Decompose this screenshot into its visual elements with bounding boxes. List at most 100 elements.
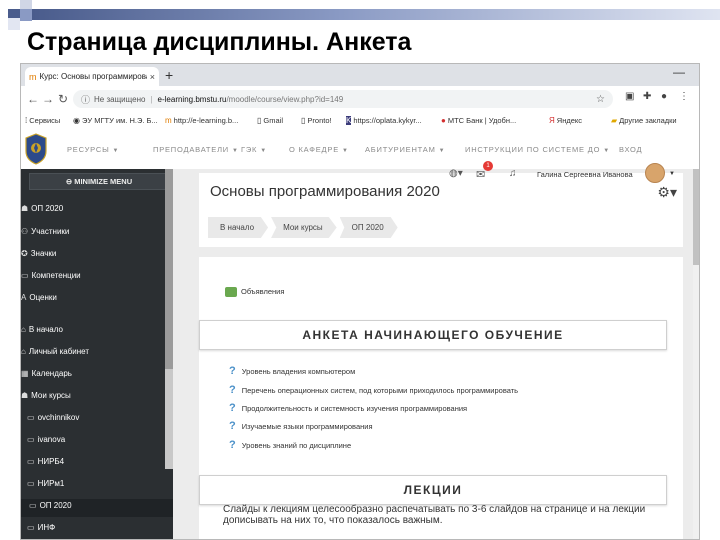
university-logo-icon[interactable] bbox=[24, 133, 48, 165]
sidebar-item-badges[interactable]: ✪ Значки bbox=[21, 249, 165, 258]
reload-icon[interactable]: ↻ bbox=[58, 92, 68, 106]
tab-close-icon[interactable]: × bbox=[150, 72, 155, 82]
bookmark-item[interactable]: ⁞ Сервисы bbox=[25, 116, 60, 125]
extension-icon[interactable]: ▣ bbox=[625, 91, 634, 102]
survey-item[interactable]: ? Уровень знаний по дисциплине bbox=[229, 439, 351, 451]
bookmark-item[interactable]: m http://e-learning.b... bbox=[165, 116, 238, 125]
survey-item[interactable]: ? Продолжительность и системность изучени… bbox=[229, 402, 467, 414]
sidebar-item-label: Значки bbox=[30, 249, 57, 258]
sidebar-item-home[interactable]: ⌂ В начало bbox=[21, 325, 165, 334]
nav-gek[interactable]: ГЭК ▼ bbox=[241, 145, 267, 154]
tab-title: Курс: Основы программировани bbox=[39, 72, 147, 81]
bookmark-label: ЭУ МГТУ им. Н.Э. Б... bbox=[81, 116, 158, 125]
sidebar-item-dashboard[interactable]: ⌂ Личный кабинет bbox=[21, 347, 165, 356]
bookmark-label: Gmail bbox=[263, 116, 283, 125]
globe-icon[interactable]: ◍▾ bbox=[449, 168, 463, 179]
nav-resources[interactable]: РЕСУРСЫ ▼ bbox=[67, 145, 119, 154]
lectures-section-header: ЛЕКЦИИ bbox=[199, 475, 667, 505]
caret-down-icon[interactable]: ▼ bbox=[669, 171, 675, 177]
mail-icon[interactable]: ✉ bbox=[476, 168, 485, 181]
info-icon[interactable]: ⓘ bbox=[81, 93, 90, 106]
url-input[interactable]: ⓘ Не защищено | e-learning.bmstu.ru /moo… bbox=[73, 90, 613, 108]
window-minimize-button[interactable]: — bbox=[673, 65, 685, 79]
nav-teachers[interactable]: ПРЕПОДАВАТЕЛИ ▼ bbox=[153, 145, 239, 154]
sidebar-item-course-link[interactable]: ▭ ovchinnikov bbox=[21, 413, 171, 422]
bookmark-item[interactable]: Я Яндекс bbox=[549, 116, 582, 125]
bookmark-item[interactable]: Khttps://oplata.kykyr... bbox=[346, 116, 422, 125]
sidebar-item-course[interactable]: ☗ ОП 2020 bbox=[21, 204, 165, 213]
notification-badge: 1 bbox=[483, 161, 493, 171]
sidebar-item-my-courses[interactable]: ☗ Мои курсы bbox=[21, 391, 165, 400]
survey-item[interactable]: ? Изучаемые языки программирования bbox=[229, 420, 373, 432]
user-name[interactable]: Галина Сергеевна Иванова bbox=[537, 170, 633, 179]
home-icon: ⌂ bbox=[21, 325, 26, 334]
news-forum-link[interactable]: Объявления bbox=[225, 287, 284, 298]
sidebar: ⊖ MINIMIZE MENU ☗ ОП 2020 ⚇ Участники ✪ Зна… bbox=[21, 169, 173, 539]
breadcrumb: В начало Мои курсы ОП 2020 bbox=[208, 217, 401, 238]
bookmark-label: http://e-learning.b... bbox=[173, 116, 239, 125]
sidebar-item-course-link[interactable]: ▭ ivanova bbox=[21, 435, 171, 444]
nav-instructions[interactable]: ИНСТРУКЦИИ ПО СИСТЕМЕ ДО ▼ bbox=[465, 145, 610, 154]
sidebar-item-calendar[interactable]: ▦ Календарь bbox=[21, 369, 165, 378]
menu-dots-icon[interactable]: ⋮ bbox=[679, 91, 689, 102]
bookmark-star-icon[interactable]: ☆ bbox=[596, 94, 605, 105]
forward-arrow-icon[interactable]: → bbox=[42, 92, 54, 106]
breadcrumb-my-courses[interactable]: Мои курсы bbox=[271, 217, 337, 238]
tab-course[interactable]: m Курс: Основы программировани × bbox=[25, 67, 159, 86]
folder-icon: ▭ bbox=[21, 271, 29, 280]
sidebar-item-label: Личный кабинет bbox=[28, 347, 90, 356]
nav-applicants[interactable]: АБИТУРИЕНТАМ ▼ bbox=[365, 145, 445, 154]
bookmark-label: Другие закладки bbox=[619, 116, 677, 125]
sidebar-scrollbar[interactable] bbox=[165, 169, 173, 469]
sidebar-item-label: Мои курсы bbox=[31, 391, 71, 400]
sidebar-item-label: Компетенции bbox=[31, 271, 81, 280]
apps-icon: ⁞ bbox=[25, 116, 28, 125]
gear-icon[interactable]: ⚙▾ bbox=[657, 184, 677, 201]
survey-item-label: Перечень операционных систем, под которы… bbox=[241, 386, 519, 395]
sidebar-item-course-link[interactable]: ▭ НИРБ4 bbox=[21, 457, 171, 466]
page-scroll-thumb[interactable] bbox=[693, 169, 699, 265]
breadcrumb-course[interactable]: ОП 2020 bbox=[339, 217, 398, 238]
sidebar-item-label: ovchinnikov bbox=[37, 413, 80, 422]
bookmark-item[interactable]: ● МТС Банк | Удобн... bbox=[441, 116, 516, 125]
back-arrow-icon[interactable]: ← bbox=[27, 92, 39, 106]
bookmark-item[interactable]: ▰ Другие закладки bbox=[611, 116, 677, 125]
sidebar-scroll-thumb[interactable] bbox=[165, 169, 173, 369]
sidebar-item-competencies[interactable]: ▭ Компетенции bbox=[21, 271, 165, 280]
bookmark-item[interactable]: ▯ Pronto! bbox=[301, 116, 332, 125]
course-title: Основы программирования 2020 bbox=[210, 183, 440, 200]
bookmark-label: МТС Банк | Удобн... bbox=[447, 116, 517, 125]
avatar[interactable] bbox=[645, 163, 665, 183]
main-content: Основы программирования 2020 ⚙▾ В начало… bbox=[173, 169, 699, 539]
caret-down-icon: ▼ bbox=[260, 148, 267, 154]
sidebar-item-grades[interactable]: A Оценки bbox=[21, 293, 165, 302]
folder-icon: ▭ bbox=[29, 501, 37, 510]
sidebar-item-course-link[interactable]: ▭ ИНФ bbox=[21, 523, 171, 532]
nav-label: ПРЕПОДАВАТЕЛИ bbox=[153, 145, 230, 154]
page-scrollbar[interactable] bbox=[693, 169, 699, 539]
puzzle-icon[interactable]: ✚ bbox=[643, 91, 651, 102]
nav-about[interactable]: О КАФЕДРЕ ▼ bbox=[289, 145, 349, 154]
sidebar-item-course-link[interactable]: ▭ НИРм1 bbox=[21, 479, 171, 488]
users-icon: ⚇ bbox=[21, 227, 29, 236]
survey-item[interactable]: ? Перечень операционных систем, под котор… bbox=[229, 384, 518, 396]
bookmark-item[interactable]: ◉ ЭУ МГТУ им. Н.Э. Б... bbox=[73, 116, 158, 125]
nav-login[interactable]: ВХОД bbox=[619, 145, 642, 154]
question-icon: ? bbox=[229, 402, 236, 414]
bell-icon[interactable]: ♫ bbox=[509, 168, 517, 179]
slide-title: Страница дисциплины. Анкета bbox=[27, 28, 412, 56]
question-icon: ? bbox=[229, 365, 236, 377]
yandex-icon: Я bbox=[549, 116, 555, 125]
url-path: /moodle/course/view.php?id=149 bbox=[226, 94, 344, 104]
breadcrumb-home[interactable]: В начало bbox=[208, 217, 269, 238]
sidebar-item-current-course[interactable]: ▭ ОП 2020 bbox=[21, 499, 173, 517]
profile-icon[interactable]: ● bbox=[661, 91, 667, 102]
sidebar-item-label: НИРм1 bbox=[37, 479, 65, 488]
minimize-menu-button[interactable]: ⊖ MINIMIZE MENU bbox=[29, 173, 169, 190]
new-tab-button[interactable]: + bbox=[165, 67, 173, 83]
survey-item[interactable]: ? Уровень владения компьютером bbox=[229, 365, 355, 377]
bookmark-item[interactable]: ▯ Gmail bbox=[257, 116, 283, 125]
sidebar-item-participants[interactable]: ⚇ Участники bbox=[21, 227, 165, 236]
courses-icon: ☗ bbox=[21, 391, 29, 400]
bookmark-label: Pronto! bbox=[307, 116, 332, 125]
